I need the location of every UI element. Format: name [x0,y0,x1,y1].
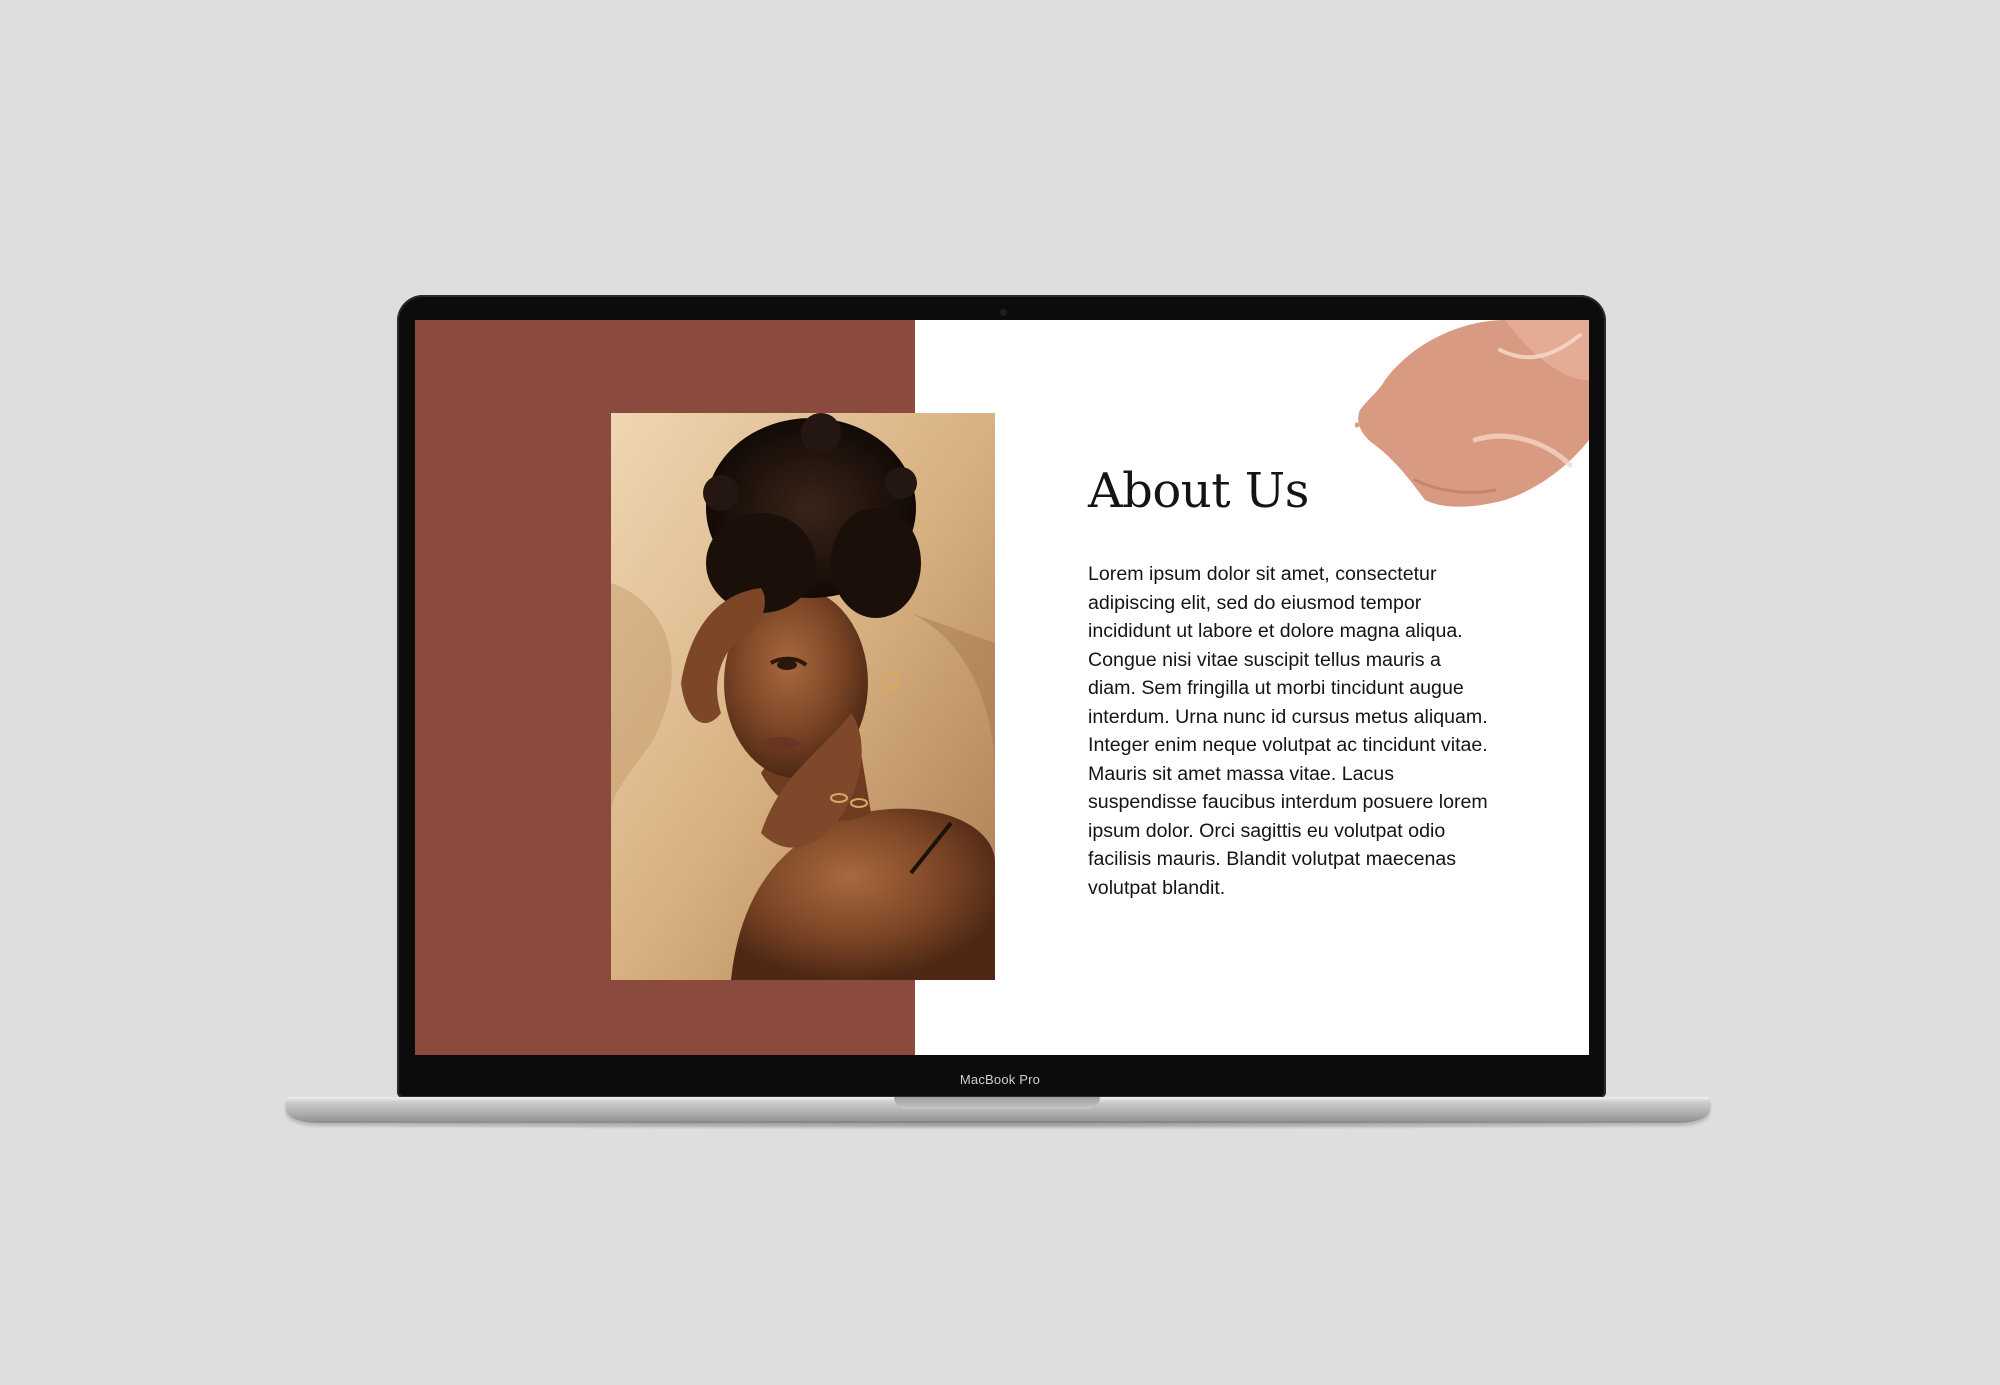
paint-swatch-decoration [1355,320,1589,507]
page-title: About Us [1088,463,1309,519]
portrait-illustration [611,413,995,980]
camera-icon [1000,309,1007,316]
laptop-hinge-notch [894,1097,1100,1109]
laptop-screen: About Us Lorem ipsum dolor sit amet, con… [415,320,1589,1055]
laptop-shadow [300,1120,1700,1130]
portrait-photo [611,413,995,980]
about-paragraph: Lorem ipsum dolor sit amet, consectetur … [1088,563,1488,899]
brand-label: MacBook Pro [959,1072,1041,1087]
